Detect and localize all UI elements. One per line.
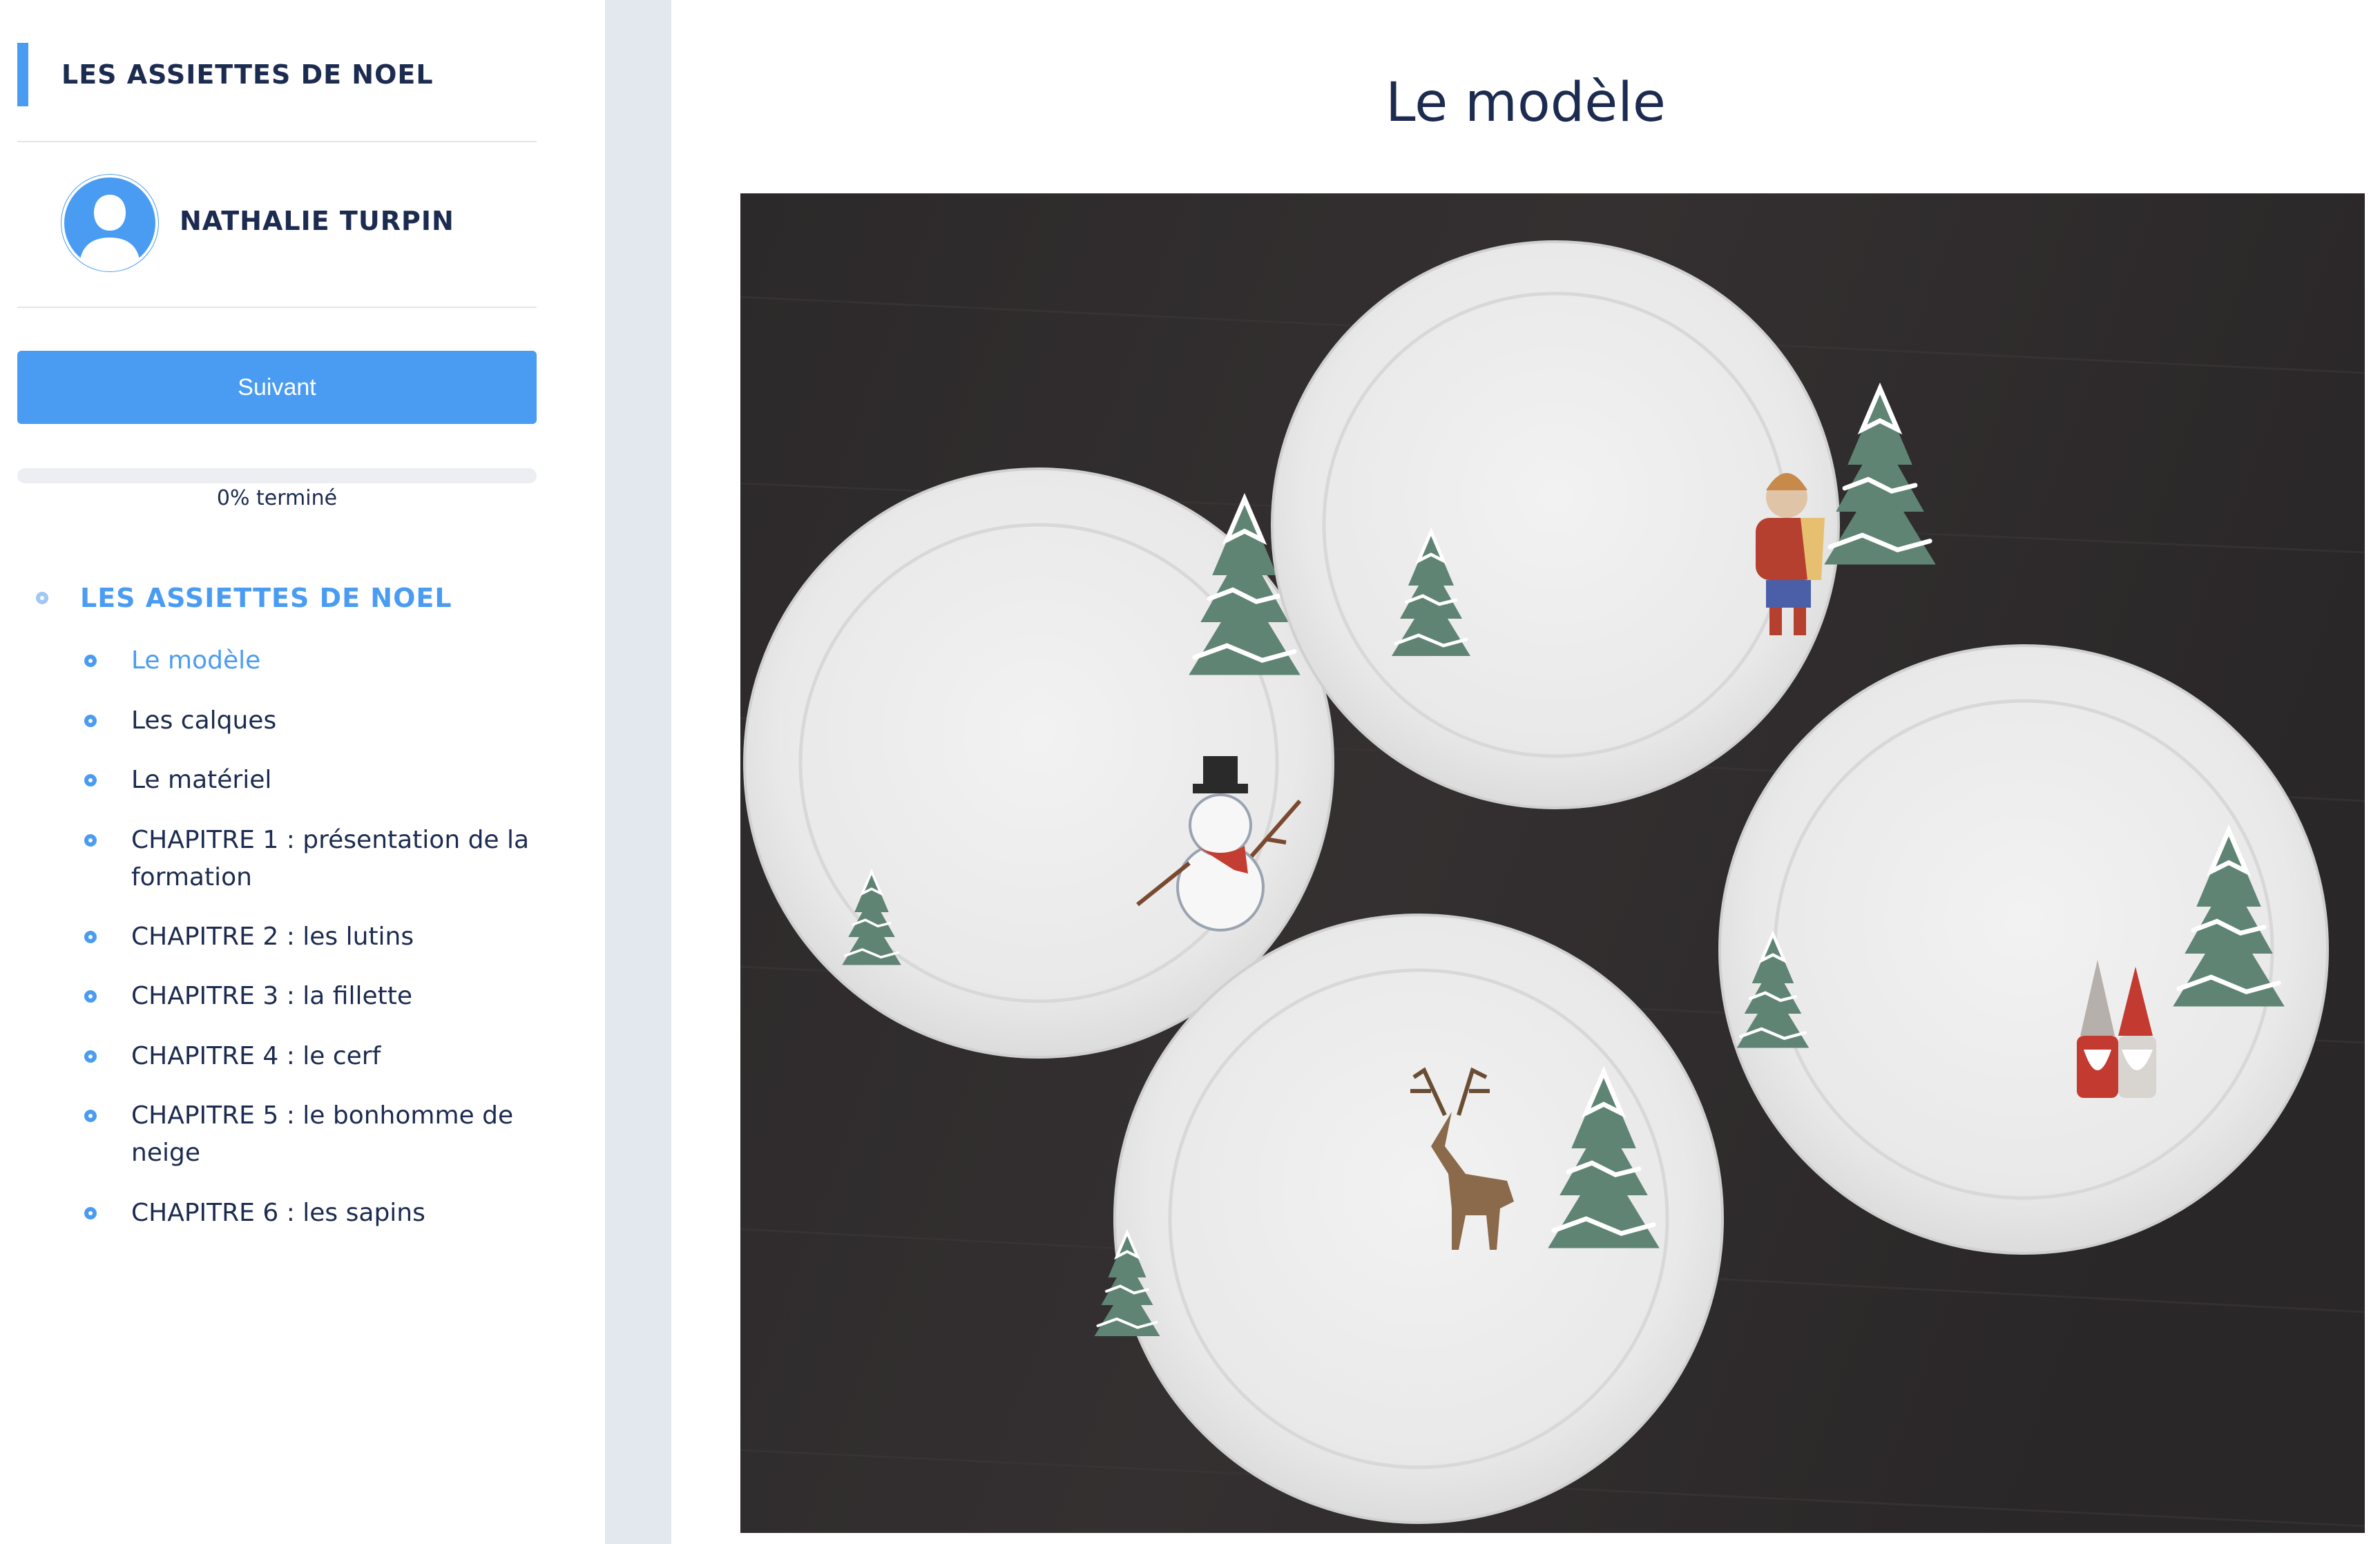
lesson-label: CHAPITRE 5 : le bonhomme de neige <box>131 1101 514 1167</box>
next-button[interactable]: Suivant <box>17 351 537 424</box>
lesson-label: Le modèle <box>131 646 261 675</box>
course-header-accent-bar <box>17 43 28 106</box>
lesson-item-chapitre-1[interactable]: CHAPITRE 1 : présentation de la formatio… <box>84 822 533 896</box>
lesson-item-chapitre-5[interactable]: CHAPITRE 5 : le bonhomme de neige <box>84 1097 533 1172</box>
lesson-bullet-icon <box>84 655 97 667</box>
lesson-label: CHAPITRE 3 : la fillette <box>131 982 412 1010</box>
lesson-item-chapitre-3[interactable]: CHAPITRE 3 : la fillette <box>84 978 533 1015</box>
sidebar-gutter <box>605 0 671 1544</box>
lesson-label: Le matériel <box>131 766 272 794</box>
lesson-item-le-materiel[interactable]: Le matériel <box>84 762 533 799</box>
lesson-label: CHAPITRE 4 : le cerf <box>131 1042 381 1070</box>
lesson-bullet-icon <box>84 1050 97 1063</box>
progress-label: 0% terminé <box>216 486 338 510</box>
section-bullet-icon <box>36 592 48 604</box>
lesson-item-les-calques[interactable]: Les calques <box>84 702 533 740</box>
user-profile: NATHALIE TURPIN <box>61 174 537 272</box>
lesson-label: CHAPITRE 1 : présentation de la formatio… <box>131 826 530 891</box>
lesson-item-le-modele[interactable]: Le modèle <box>84 642 533 679</box>
lesson-bullet-icon <box>84 774 97 787</box>
lesson-item-chapitre-4[interactable]: CHAPITRE 4 : le cerf <box>84 1038 533 1075</box>
lesson-item-chapitre-6[interactable]: CHAPITRE 6 : les sapins <box>84 1195 533 1232</box>
lesson-bullet-icon <box>84 990 97 1003</box>
user-avatar-icon <box>61 174 159 272</box>
lesson-bullet-icon <box>84 834 97 847</box>
page-title: Le modèle <box>1385 72 1666 134</box>
lesson-bullet-icon <box>84 931 97 943</box>
lesson-bullet-icon <box>84 1207 97 1219</box>
divider <box>17 307 537 308</box>
lesson-bullet-icon <box>84 1110 97 1122</box>
curriculum-section[interactable]: LES ASSIETTES DE NOEL <box>36 581 533 616</box>
user-name: NATHALIE TURPIN <box>180 206 454 236</box>
lesson-bullet-icon <box>84 715 97 727</box>
course-title[interactable]: LES ASSIETTES DE NOEL <box>61 59 434 90</box>
lesson-label: CHAPITRE 6 : les sapins <box>131 1199 425 1227</box>
sidebar: LES ASSIETTES DE NOEL NATHALIE TURPIN Su… <box>0 0 605 1544</box>
main-content: Le modèle <box>671 0 2380 1544</box>
progress-bar <box>17 468 537 483</box>
lesson-item-chapitre-2[interactable]: CHAPITRE 2 : les lutins <box>84 918 533 956</box>
lesson-label: Les calques <box>131 706 277 735</box>
model-photo <box>740 193 2365 1533</box>
divider <box>17 141 537 142</box>
curriculum-section-title: LES ASSIETTES DE NOEL <box>80 583 452 613</box>
lesson-label: CHAPITRE 2 : les lutins <box>131 923 414 951</box>
course-header: LES ASSIETTES DE NOEL <box>17 43 537 106</box>
